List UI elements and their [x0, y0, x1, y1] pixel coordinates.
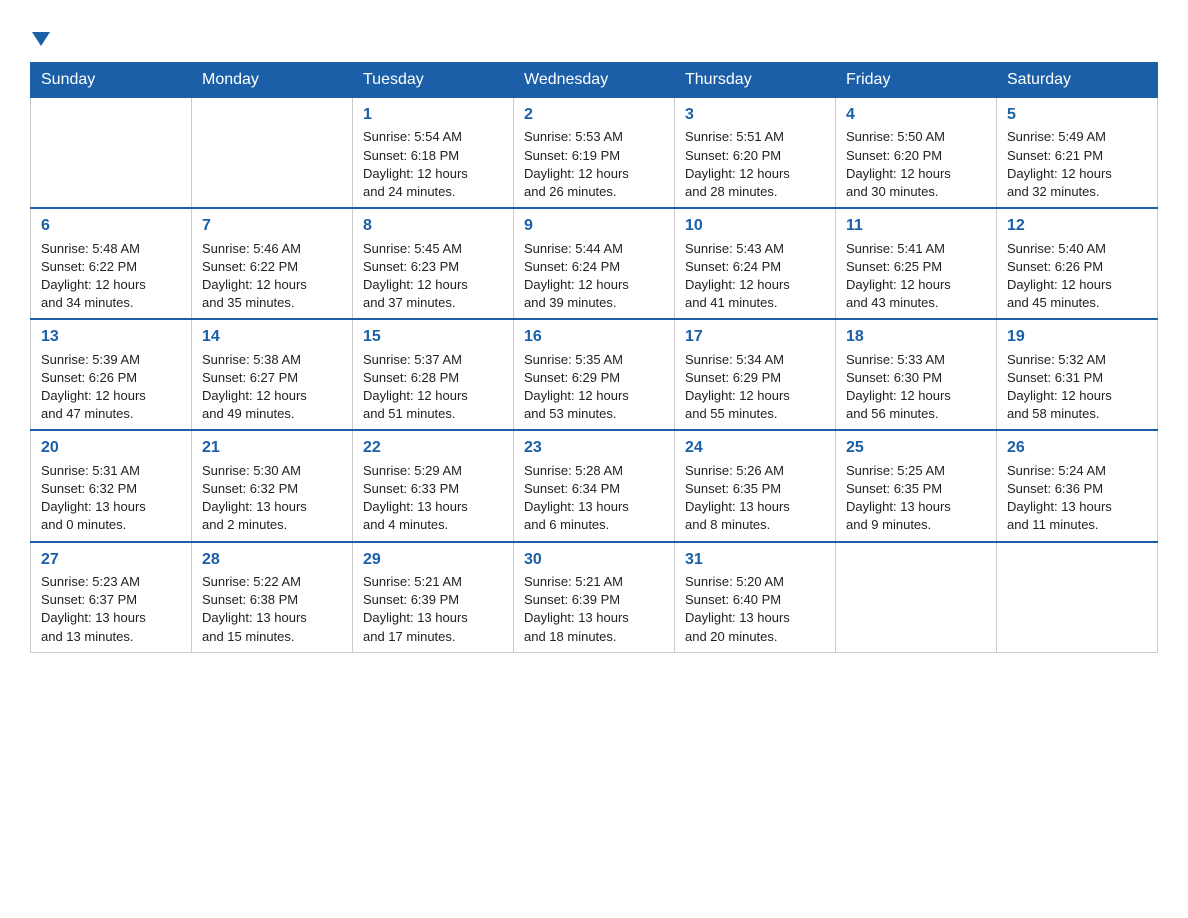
calendar-header-tuesday: Tuesday	[353, 63, 514, 98]
day-number: 10	[685, 215, 825, 237]
day-number: 25	[846, 437, 986, 459]
calendar-cell: 13Sunrise: 5:39 AMSunset: 6:26 PMDayligh…	[31, 319, 192, 430]
calendar-header-friday: Friday	[836, 63, 997, 98]
calendar-week-row: 13Sunrise: 5:39 AMSunset: 6:26 PMDayligh…	[31, 319, 1158, 430]
calendar-cell: 5Sunrise: 5:49 AMSunset: 6:21 PMDaylight…	[997, 98, 1158, 209]
day-number: 14	[202, 326, 342, 348]
calendar-cell	[836, 542, 997, 653]
day-number: 20	[41, 437, 181, 459]
calendar-cell: 4Sunrise: 5:50 AMSunset: 6:20 PMDaylight…	[836, 98, 997, 209]
calendar-cell: 27Sunrise: 5:23 AMSunset: 6:37 PMDayligh…	[31, 542, 192, 653]
calendar-cell: 19Sunrise: 5:32 AMSunset: 6:31 PMDayligh…	[997, 319, 1158, 430]
calendar-header-sunday: Sunday	[31, 63, 192, 98]
day-number: 11	[846, 215, 986, 237]
calendar-week-row: 20Sunrise: 5:31 AMSunset: 6:32 PMDayligh…	[31, 430, 1158, 541]
calendar-week-row: 27Sunrise: 5:23 AMSunset: 6:37 PMDayligh…	[31, 542, 1158, 653]
day-number: 30	[524, 549, 664, 571]
day-number: 26	[1007, 437, 1147, 459]
day-number: 18	[846, 326, 986, 348]
day-number: 13	[41, 326, 181, 348]
day-number: 23	[524, 437, 664, 459]
calendar-cell: 29Sunrise: 5:21 AMSunset: 6:39 PMDayligh…	[353, 542, 514, 653]
day-number: 24	[685, 437, 825, 459]
day-number: 21	[202, 437, 342, 459]
day-number: 7	[202, 215, 342, 237]
day-number: 27	[41, 549, 181, 571]
calendar-cell: 6Sunrise: 5:48 AMSunset: 6:22 PMDaylight…	[31, 208, 192, 319]
calendar-cell: 21Sunrise: 5:30 AMSunset: 6:32 PMDayligh…	[192, 430, 353, 541]
calendar-header-monday: Monday	[192, 63, 353, 98]
calendar-cell	[192, 98, 353, 209]
day-number: 8	[363, 215, 503, 237]
calendar-cell: 11Sunrise: 5:41 AMSunset: 6:25 PMDayligh…	[836, 208, 997, 319]
day-number: 22	[363, 437, 503, 459]
calendar-cell: 18Sunrise: 5:33 AMSunset: 6:30 PMDayligh…	[836, 319, 997, 430]
calendar-cell: 15Sunrise: 5:37 AMSunset: 6:28 PMDayligh…	[353, 319, 514, 430]
calendar-cell: 9Sunrise: 5:44 AMSunset: 6:24 PMDaylight…	[514, 208, 675, 319]
calendar-cell: 16Sunrise: 5:35 AMSunset: 6:29 PMDayligh…	[514, 319, 675, 430]
day-number: 28	[202, 549, 342, 571]
calendar-cell: 22Sunrise: 5:29 AMSunset: 6:33 PMDayligh…	[353, 430, 514, 541]
calendar-header-wednesday: Wednesday	[514, 63, 675, 98]
calendar-cell: 3Sunrise: 5:51 AMSunset: 6:20 PMDaylight…	[675, 98, 836, 209]
calendar-header-thursday: Thursday	[675, 63, 836, 98]
day-number: 4	[846, 104, 986, 126]
calendar-cell: 24Sunrise: 5:26 AMSunset: 6:35 PMDayligh…	[675, 430, 836, 541]
calendar-header-row: SundayMondayTuesdayWednesdayThursdayFrid…	[31, 63, 1158, 98]
logo	[30, 30, 50, 52]
day-number: 16	[524, 326, 664, 348]
calendar-table: SundayMondayTuesdayWednesdayThursdayFrid…	[30, 62, 1158, 653]
day-number: 12	[1007, 215, 1147, 237]
calendar-week-row: 1Sunrise: 5:54 AMSunset: 6:18 PMDaylight…	[31, 98, 1158, 209]
calendar-cell	[997, 542, 1158, 653]
day-number: 3	[685, 104, 825, 126]
day-number: 9	[524, 215, 664, 237]
logo-text	[30, 30, 50, 52]
calendar-cell: 10Sunrise: 5:43 AMSunset: 6:24 PMDayligh…	[675, 208, 836, 319]
calendar-cell: 31Sunrise: 5:20 AMSunset: 6:40 PMDayligh…	[675, 542, 836, 653]
calendar-cell: 23Sunrise: 5:28 AMSunset: 6:34 PMDayligh…	[514, 430, 675, 541]
day-number: 1	[363, 104, 503, 126]
calendar-cell: 28Sunrise: 5:22 AMSunset: 6:38 PMDayligh…	[192, 542, 353, 653]
calendar-cell: 26Sunrise: 5:24 AMSunset: 6:36 PMDayligh…	[997, 430, 1158, 541]
day-number: 15	[363, 326, 503, 348]
calendar-week-row: 6Sunrise: 5:48 AMSunset: 6:22 PMDaylight…	[31, 208, 1158, 319]
calendar-cell: 25Sunrise: 5:25 AMSunset: 6:35 PMDayligh…	[836, 430, 997, 541]
calendar-cell: 30Sunrise: 5:21 AMSunset: 6:39 PMDayligh…	[514, 542, 675, 653]
day-number: 29	[363, 549, 503, 571]
day-number: 31	[685, 549, 825, 571]
calendar-cell: 17Sunrise: 5:34 AMSunset: 6:29 PMDayligh…	[675, 319, 836, 430]
day-number: 2	[524, 104, 664, 126]
calendar-cell: 8Sunrise: 5:45 AMSunset: 6:23 PMDaylight…	[353, 208, 514, 319]
page-header	[30, 20, 1158, 52]
calendar-cell: 20Sunrise: 5:31 AMSunset: 6:32 PMDayligh…	[31, 430, 192, 541]
calendar-cell: 12Sunrise: 5:40 AMSunset: 6:26 PMDayligh…	[997, 208, 1158, 319]
calendar-header-saturday: Saturday	[997, 63, 1158, 98]
day-number: 6	[41, 215, 181, 237]
calendar-cell: 1Sunrise: 5:54 AMSunset: 6:18 PMDaylight…	[353, 98, 514, 209]
day-number: 17	[685, 326, 825, 348]
calendar-cell: 14Sunrise: 5:38 AMSunset: 6:27 PMDayligh…	[192, 319, 353, 430]
logo-triangle-icon	[32, 32, 50, 46]
day-number: 19	[1007, 326, 1147, 348]
calendar-cell: 2Sunrise: 5:53 AMSunset: 6:19 PMDaylight…	[514, 98, 675, 209]
day-number: 5	[1007, 104, 1147, 126]
calendar-cell: 7Sunrise: 5:46 AMSunset: 6:22 PMDaylight…	[192, 208, 353, 319]
calendar-cell	[31, 98, 192, 209]
